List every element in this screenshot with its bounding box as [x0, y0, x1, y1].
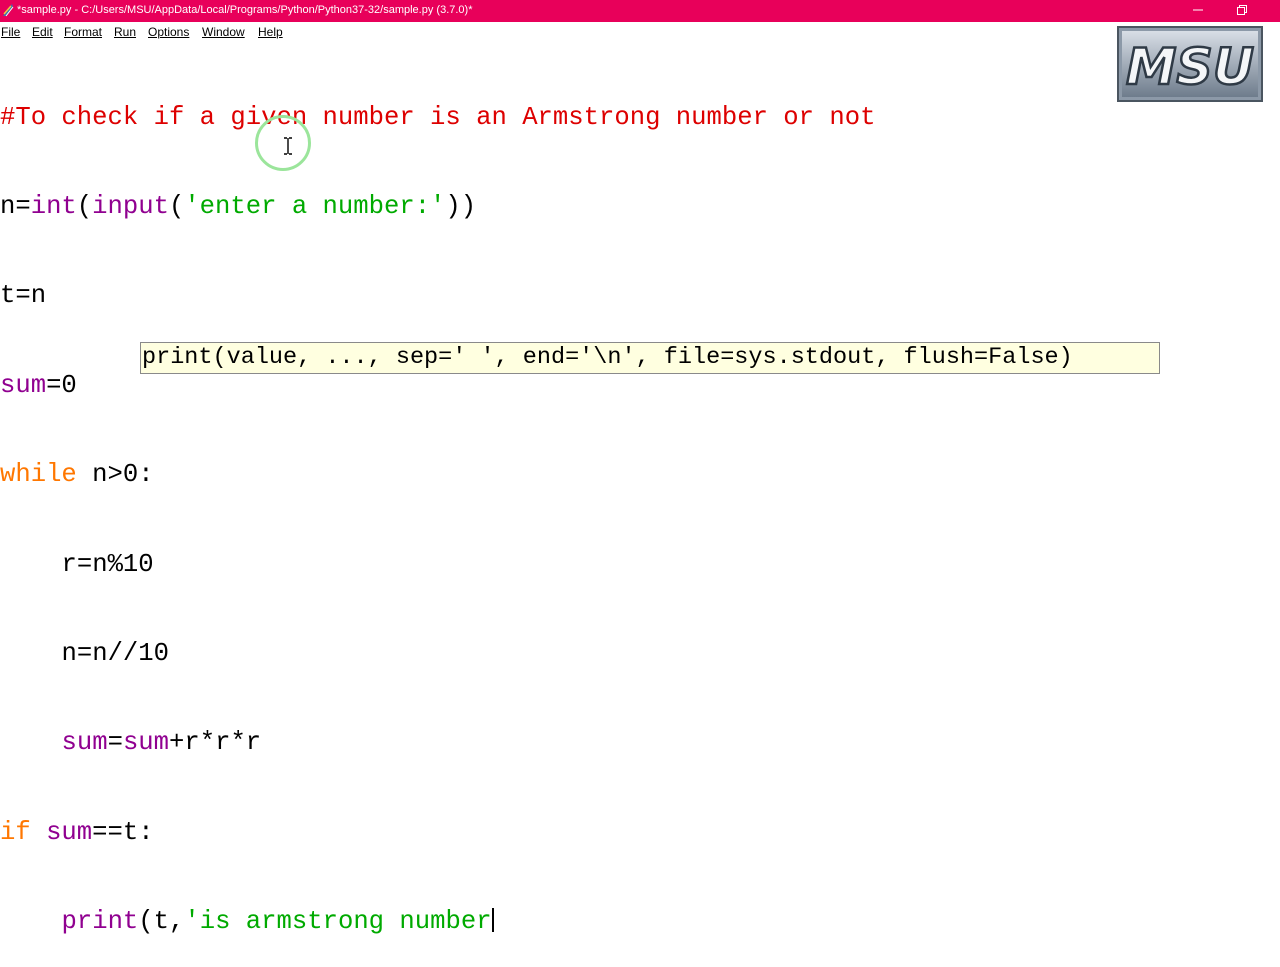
code-editor[interactable]: #To check if a given number is an Armstr…	[0, 43, 875, 967]
code-token: n=n//10	[61, 638, 170, 668]
code-line: r=n%10	[0, 550, 875, 580]
code-token: +r*r*r	[169, 728, 262, 758]
code-builtin: int	[30, 191, 77, 221]
menu-bar: File Edit Format Run Options Window Help	[0, 22, 1280, 42]
code-token: t=n	[0, 281, 47, 311]
code-line: t=n	[0, 281, 875, 311]
code-string: 'is armstrong number	[184, 907, 492, 937]
code-token: =	[107, 728, 123, 758]
code-line: while n>0:	[0, 460, 875, 490]
menu-file[interactable]: File	[1, 25, 20, 39]
minimize-icon	[1193, 9, 1203, 11]
menu-help[interactable]: Help	[258, 25, 283, 39]
code-line: #To check if a given number is an Armstr…	[0, 103, 875, 133]
code-builtin: sum	[46, 817, 93, 847]
title-bar: *sample.py - C:/Users/MSU/AppData/Local/…	[0, 0, 1280, 22]
code-builtin: sum	[122, 728, 170, 758]
text-caret	[491, 908, 494, 933]
restore-button[interactable]	[1220, 0, 1264, 22]
code-keyword: while	[0, 460, 77, 490]
python-feather-icon	[3, 4, 14, 17]
code-line: sum=sum+r*r*r	[0, 728, 875, 758]
calltip: print(value, ..., sep=' ', end='\n', fil…	[140, 342, 1160, 374]
svg-text:MSU: MSU	[1126, 38, 1254, 96]
code-line: if sum==t:	[0, 818, 875, 848]
code-line: print(t,'is armstrong number	[0, 907, 875, 937]
code-token: r=n%10	[61, 549, 154, 579]
code-keyword: if	[0, 817, 31, 847]
code-line: n=int(input('enter a number:'))	[0, 192, 875, 222]
code-builtin: sum	[0, 370, 47, 400]
code-token: ==t:	[92, 817, 154, 847]
msu-logo: MSU	[1117, 26, 1263, 102]
menu-run[interactable]: Run	[114, 25, 136, 39]
code-builtin: print	[61, 907, 139, 937]
code-token: (	[168, 191, 185, 221]
menu-window[interactable]: Window	[202, 25, 245, 39]
code-comment: #To check if a given number is an Armstr…	[0, 102, 876, 132]
code-token: (t,	[138, 907, 185, 937]
code-builtin: input	[92, 191, 169, 221]
code-token: =0	[46, 370, 77, 400]
text-cursor-icon	[284, 137, 292, 155]
menu-edit[interactable]: Edit	[32, 25, 53, 39]
code-token: n>0:	[76, 460, 154, 490]
code-line: sum=0	[0, 371, 875, 401]
code-string: 'enter a number:'	[184, 191, 446, 221]
window-title: *sample.py - C:/Users/MSU/AppData/Local/…	[17, 4, 473, 16]
minimize-button[interactable]	[1176, 0, 1220, 22]
code-line: n=n//10	[0, 639, 875, 669]
restore-icon	[1237, 5, 1247, 15]
menu-options[interactable]: Options	[148, 25, 189, 39]
code-builtin: sum	[61, 728, 108, 758]
code-token: (	[76, 191, 93, 221]
code-token: n=	[0, 191, 31, 221]
menu-format[interactable]: Format	[64, 25, 102, 39]
code-token: ))	[445, 191, 477, 221]
